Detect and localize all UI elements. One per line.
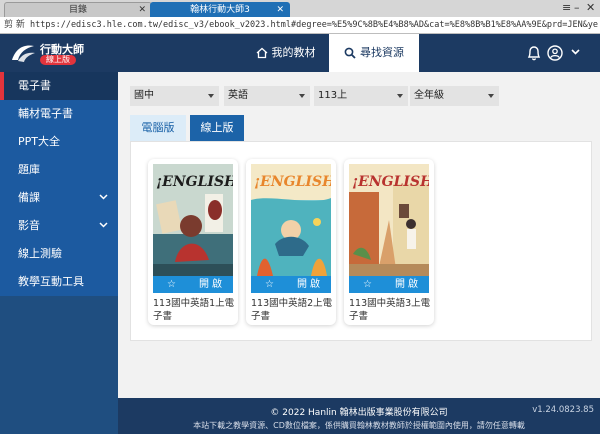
book-title: 113國中英語3上電子書 — [349, 298, 431, 322]
open-book-label: 開啟 — [297, 279, 323, 290]
caret-down-icon — [397, 94, 403, 98]
logo-mark-icon — [12, 45, 35, 62]
level-select-value: 國中 — [134, 90, 154, 101]
book-cover-title: ¡ENGLISH — [254, 174, 331, 190]
ebook-card: ¡ENGLISH! ☆ 開啟 113國中英語1上電子書 — [148, 159, 238, 325]
book-cover[interactable]: ¡ENGLISH — [349, 164, 429, 276]
caret-down-icon — [208, 94, 214, 98]
chevron-down-icon — [99, 222, 108, 228]
chevron-down-icon[interactable] — [571, 49, 580, 55]
sidebar-item-label: 教學互動工具 — [18, 275, 84, 288]
url-field[interactable]: https://edisc3.hle.com.tw/edisc_v3/ebook… — [30, 19, 598, 32]
sidebar-item-interactive-tools[interactable]: 教學互動工具 — [0, 268, 118, 296]
logo-badge: 線上版 — [40, 55, 76, 65]
sidebar-item-media[interactable]: 影音 — [0, 212, 118, 240]
nav-find-resources[interactable]: 尋找資源 — [329, 34, 419, 72]
close-icon[interactable]: ✕ — [138, 3, 146, 17]
ebook-card: ¡ENGLISH ☆ 開啟 113國中英語3上電子書 — [344, 159, 434, 325]
open-book-label: 開啟 — [199, 279, 225, 290]
sidebar-item-label: PPT大全 — [18, 135, 60, 148]
book-title: 113國中英語1上電子書 — [153, 298, 235, 322]
book-cover[interactable]: ¡ENGLISH — [251, 164, 331, 276]
book-cover[interactable]: ¡ENGLISH! — [153, 164, 233, 276]
close-icon[interactable]: ✕ — [276, 3, 284, 17]
open-book-label: 開啟 — [395, 279, 421, 290]
sidebar-item-lesson-prep[interactable]: 備課 — [0, 184, 118, 212]
sidebar-item-label: 影音 — [18, 219, 40, 232]
open-book-button[interactable]: ☆ 開啟 — [251, 276, 331, 293]
logo[interactable]: 行動大師 線上版 — [10, 39, 120, 67]
book-cover-title: ¡ENGLISH! — [156, 174, 233, 190]
search-icon — [344, 47, 356, 59]
subject-select[interactable]: 英語 — [224, 86, 310, 106]
sidebar-item-label: 輔材電子書 — [18, 107, 73, 120]
bell-icon[interactable] — [527, 45, 541, 61]
sidebar-item-online-quiz[interactable]: 線上測驗 — [0, 240, 118, 268]
tab-online-version[interactable]: 線上版 — [190, 115, 244, 141]
sidebar-item-ppt[interactable]: PPT大全 — [0, 128, 118, 156]
footer-notice: 本站下載之教學資源、CD數位檔案，係供購買翰林教材教師於授權範圍內使用，請勿任意… — [193, 421, 525, 430]
open-book-button[interactable]: ☆ 開啟 — [349, 276, 429, 293]
close-window-icon[interactable]: ✕ — [586, 1, 595, 15]
sidebar-menu: 電子書 輔材電子書 PPT大全 題庫 備課 影音 線上測驗 教學互動工具 — [0, 72, 118, 296]
sidebar-item-question-bank[interactable]: 題庫 — [0, 156, 118, 184]
star-icon[interactable]: ☆ — [265, 276, 274, 293]
star-icon[interactable]: ☆ — [363, 276, 372, 293]
nav-my-materials[interactable]: 我的教材 — [243, 34, 328, 72]
caret-down-icon — [299, 94, 305, 98]
semester-select-value: 113上 — [318, 90, 348, 101]
star-icon[interactable]: ☆ — [167, 276, 176, 293]
nav-my-materials-label: 我的教材 — [271, 46, 316, 59]
address-label[interactable]: 剪 新 — [4, 19, 25, 31]
grade-select-value: 全年級 — [414, 90, 444, 101]
chevron-down-icon — [99, 194, 108, 200]
nav-find-resources-label: 尋找資源 — [360, 46, 404, 59]
user-icon[interactable] — [547, 45, 563, 61]
caret-down-icon — [488, 94, 494, 98]
grade-select[interactable]: 全年級 — [410, 86, 499, 106]
sidebar-item-label: 題庫 — [18, 163, 40, 176]
tab-desktop-version[interactable]: 電腦版 — [130, 115, 186, 141]
menu-icon[interactable]: ≡ — [562, 1, 571, 15]
book-title: 113國中英語2上電子書 — [251, 298, 333, 322]
address-bar: 剪 新 https://edisc3.hle.com.tw/edisc_v3/e… — [0, 17, 600, 34]
level-select[interactable]: 國中 — [130, 86, 219, 106]
browser-tabstrip: 目錄 ✕ 翰林行動大師3 ✕ ≡ – ✕ — [0, 0, 600, 17]
sidebar-item-label: 備課 — [18, 191, 40, 204]
browser-tab-hanlin[interactable]: 翰林行動大師3 ✕ — [150, 2, 290, 17]
semester-select[interactable]: 113上 — [314, 86, 408, 106]
ebook-card: ¡ENGLISH ☆ 開啟 113國中英語2上電子書 — [246, 159, 336, 325]
app-header: 行動大師 線上版 我的教材 尋找資源 — [0, 34, 600, 72]
book-cover-title: ¡ENGLISH — [352, 174, 429, 190]
copyright-text: © 2022 Hanlin 翰林出版事業股份有限公司 — [270, 408, 448, 418]
browser-tab-label: 目錄 — [68, 5, 87, 15]
subject-select-value: 英語 — [228, 90, 248, 101]
ebook-panel: ¡ENGLISH! ☆ 開啟 113國中英語1上電子書 — [130, 141, 592, 341]
main-content: 國中 英語 113上 全年級 電腦版 線上版 ¡ENGLISH! — [118, 72, 600, 398]
sidebar-item-label: 線上測驗 — [18, 247, 62, 260]
minimize-icon[interactable]: – — [574, 1, 580, 15]
browser-tab-label: 翰林行動大師3 — [190, 5, 250, 15]
version-text: v1.24.0823.85 — [532, 405, 594, 415]
footer: © 2022 Hanlin 翰林出版事業股份有限公司 v1.24.0823.85… — [118, 398, 600, 434]
browser-tab-catalog[interactable]: 目錄 ✕ — [4, 2, 152, 17]
sidebar-item-ebooks[interactable]: 電子書 — [0, 72, 118, 100]
sidebar-item-label: 電子書 — [18, 79, 51, 92]
open-book-button[interactable]: ☆ 開啟 — [153, 276, 233, 293]
home-icon — [256, 47, 267, 59]
sidebar-item-supplementary-ebooks[interactable]: 輔材電子書 — [0, 100, 118, 128]
sidebar: 電子書 輔材電子書 PPT大全 題庫 備課 影音 線上測驗 教學互動工具 — [0, 72, 118, 434]
